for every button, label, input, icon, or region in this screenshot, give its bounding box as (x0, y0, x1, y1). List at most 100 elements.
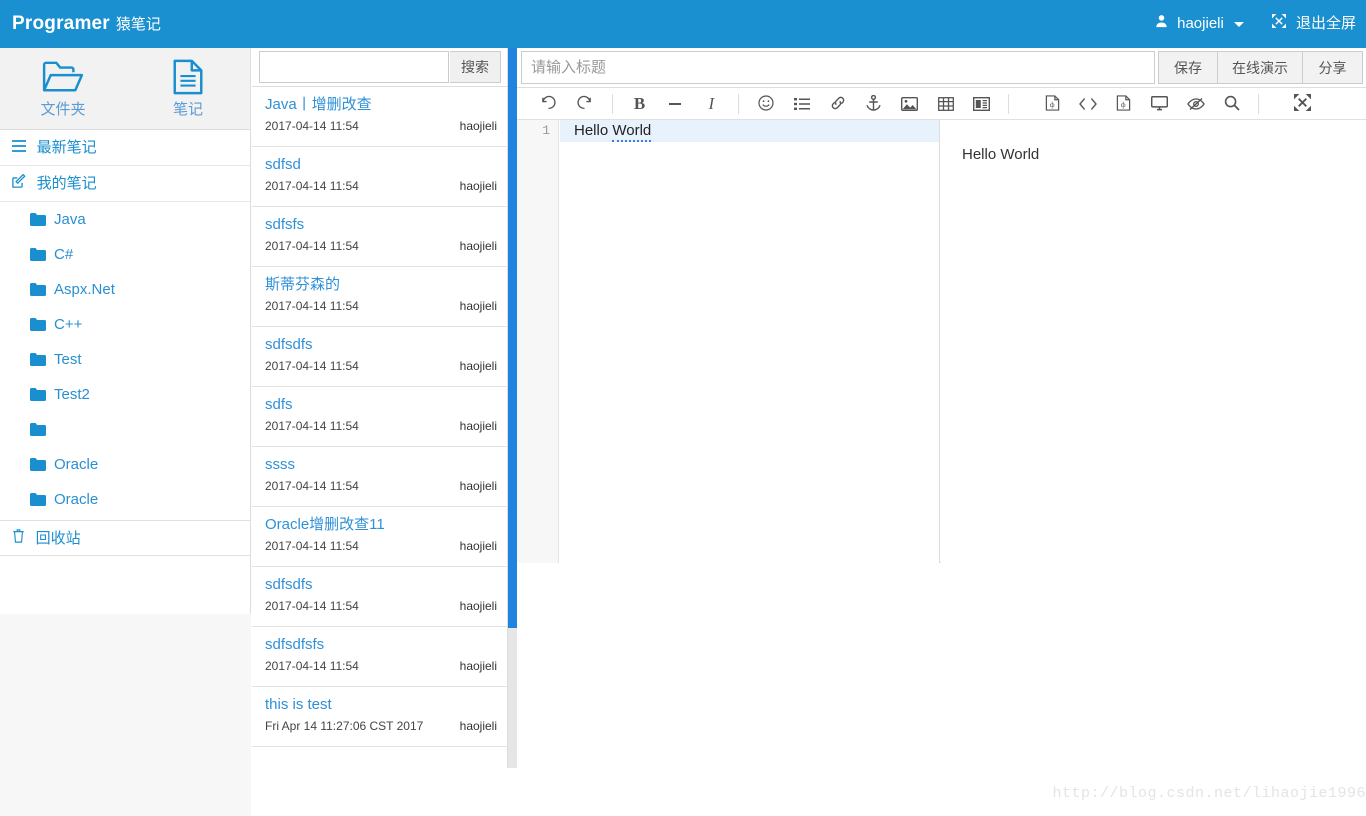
note-list-scrollbar[interactable] (508, 48, 517, 768)
sidebar-folder-item[interactable]: Java (0, 202, 250, 237)
sidebar-folder-item[interactable]: Aspx.Net (0, 272, 250, 307)
folder-icon (30, 353, 46, 370)
list-item[interactable]: sdfs 2017-04-14 11:54 haojieli (252, 387, 507, 447)
save-button[interactable]: 保存 (1158, 51, 1218, 84)
note-date: 2017-04-14 11:54 (265, 179, 359, 193)
sidebar-folder-item[interactable]: C++ (0, 307, 250, 342)
folder-icon (30, 493, 46, 510)
bold-icon[interactable]: B (624, 88, 656, 120)
emoji-icon[interactable] (750, 88, 782, 120)
code-lines[interactable]: Hello World (560, 120, 939, 563)
app-brand[interactable]: Programer 猿笔记 (12, 10, 161, 39)
svg-text:ф: ф (1121, 100, 1126, 109)
search-button[interactable]: 搜索 (450, 51, 501, 83)
list-item[interactable]: sdfsd 2017-04-14 11:54 haojieli (252, 147, 507, 207)
list-item[interactable]: sdfsdfs 2017-04-14 11:54 haojieli (252, 327, 507, 387)
folder-icon (30, 318, 46, 335)
list-item[interactable]: this is test Fri Apr 14 11:27:06 CST 201… (252, 687, 507, 747)
sidebar-item-trash-label: 回收站 (35, 530, 81, 547)
folder-icon (30, 423, 46, 440)
code-block-icon[interactable]: ф (1108, 88, 1140, 120)
sidebar-folder-item[interactable]: Test2 (0, 377, 250, 412)
search-input[interactable] (259, 51, 449, 83)
italic-icon[interactable]: I (695, 88, 727, 120)
note-author: haojieli (459, 239, 497, 253)
open-folder-icon (8, 56, 118, 96)
code-icon[interactable] (1072, 88, 1104, 120)
sidebar-folder-item[interactable]: Oracle (0, 482, 250, 517)
list-item[interactable]: Java丨增删改查 2017-04-14 11:54 haojieli (252, 87, 507, 147)
online-demo-button[interactable]: 在线演示 (1218, 51, 1303, 84)
editor-panes: 1 Hello World Hello World (517, 120, 1366, 563)
sidebar-item-trash[interactable]: 回收站 (0, 520, 250, 556)
user-menu[interactable]: haojieli (1155, 13, 1244, 35)
sidebar-folder-label: Java (54, 211, 86, 228)
sidebar-item-latest-notes[interactable]: 最新笔记 (0, 130, 250, 166)
share-button[interactable]: 分享 (1303, 51, 1363, 84)
list-icon (12, 140, 30, 155)
sidebar-item-my-notes[interactable]: 我的笔记 (0, 166, 250, 202)
list-item[interactable]: Oracle增删改查11 2017-04-14 11:54 haojieli (252, 507, 507, 567)
fullscreen-icon[interactable] (1286, 88, 1318, 120)
toolbar-right-gap (1270, 88, 1282, 120)
list-item[interactable]: ssss 2017-04-14 11:54 haojieli (252, 447, 507, 507)
note-author: haojieli (459, 539, 497, 553)
note-title: this is test (265, 696, 332, 713)
note-date: 2017-04-14 11:54 (265, 119, 359, 133)
sidebar-tab-notes[interactable]: 笔记 (133, 56, 243, 119)
anchor-icon[interactable] (858, 88, 890, 120)
redo-icon[interactable] (569, 88, 601, 120)
code-line[interactable]: Hello World (560, 120, 939, 142)
sidebar-folder-label: Test (54, 351, 82, 368)
note-date: 2017-04-14 11:54 (265, 239, 359, 253)
chevron-down-icon (1234, 21, 1244, 27)
search-icon[interactable] (1216, 88, 1248, 120)
exit-fullscreen-button[interactable]: 退出全屏 (1272, 13, 1356, 35)
note-date: 2017-04-14 11:54 (265, 419, 359, 433)
image-icon[interactable] (894, 88, 926, 120)
note-author: haojieli (459, 119, 497, 133)
sidebar-folder-label: C# (54, 246, 74, 263)
toolbar-separator (1008, 94, 1010, 114)
note-title-input[interactable] (521, 51, 1155, 84)
line-number: 1 (542, 123, 550, 138)
link-icon[interactable] (822, 88, 854, 120)
sidebar-tab-folders-label: 文件夹 (40, 101, 86, 118)
note-title: sdfsfs (265, 216, 305, 233)
sidebar-tab-folders[interactable]: 文件夹 (8, 56, 118, 119)
sidebar-folder-label: Aspx.Net (54, 281, 115, 298)
preview-monitor-icon[interactable] (1144, 88, 1176, 120)
code-line-text: Hello World (574, 122, 652, 142)
table-icon[interactable] (930, 88, 962, 120)
html-entity-icon[interactable]: ф (1036, 88, 1068, 120)
list-item[interactable]: sdfsdfsfs 2017-04-14 11:54 haojieli (252, 627, 507, 687)
watch-off-icon[interactable] (1180, 88, 1212, 120)
sidebar-folder-item[interactable]: C# (0, 237, 250, 272)
sidebar-folder-label: Oracle (54, 456, 99, 473)
list-item[interactable]: 斯蒂芬森的 2017-04-14 11:54 haojieli (252, 267, 507, 327)
markdown-preview-pane: Hello World (941, 120, 1366, 563)
spellcheck-underline: World (612, 122, 652, 142)
fullscreen-exit-icon (1272, 14, 1290, 31)
list-item[interactable]: sdfsdfs 2017-04-14 11:54 haojieli (252, 567, 507, 627)
note-title: sdfsd (265, 156, 301, 173)
scrollbar-thumb[interactable] (508, 48, 517, 628)
code-editor-pane[interactable]: 1 Hello World (517, 120, 940, 563)
sidebar-folder-item[interactable]: Test (0, 342, 250, 377)
list-item[interactable]: sdfsfs 2017-04-14 11:54 haojieli (252, 207, 507, 267)
note-items-container: Java丨增删改查 2017-04-14 11:54 haojieli sdfsd… (252, 87, 507, 747)
note-author: haojieli (459, 659, 497, 673)
toolbar-mid-gap (1020, 88, 1032, 120)
sidebar-folder-item[interactable] (0, 412, 250, 447)
sidebar-folder-item[interactable]: Oracle (0, 447, 250, 482)
strikethrough-icon[interactable] (659, 88, 691, 120)
folder-icon (30, 388, 46, 405)
unordered-list-icon[interactable] (786, 88, 818, 120)
note-title: sdfsdfs (265, 576, 313, 593)
page-break-icon[interactable] (965, 88, 997, 120)
note-author: haojieli (459, 479, 497, 493)
note-date: 2017-04-14 11:54 (265, 539, 359, 553)
preview-text: Hello World (962, 146, 1040, 163)
undo-icon[interactable] (533, 88, 565, 120)
note-date: 2017-04-14 11:54 (265, 359, 359, 373)
